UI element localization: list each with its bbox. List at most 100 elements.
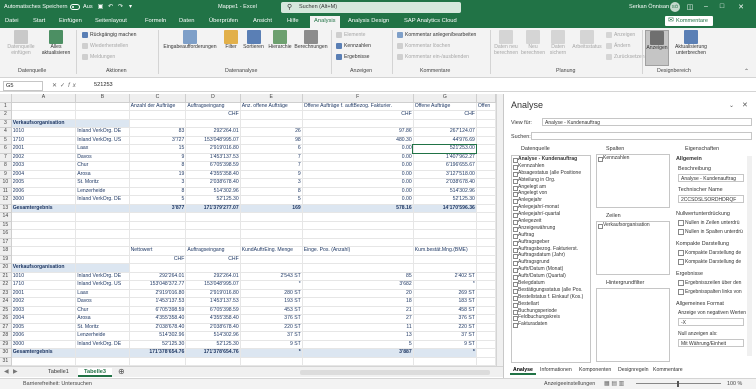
cell[interactable]	[476, 127, 496, 137]
field-list-item[interactable]: Bestellart	[512, 301, 590, 308]
pane-tab-designregeln[interactable]: Designregeln	[615, 365, 652, 375]
cell[interactable]	[75, 255, 130, 265]
cell[interactable]	[11, 102, 77, 112]
cell[interactable]	[185, 212, 241, 222]
view-icons[interactable]: ▦ ▤ ▥	[604, 380, 624, 387]
cell[interactable]	[75, 212, 130, 222]
cell[interactable]	[476, 178, 496, 188]
cell[interactable]	[476, 306, 496, 316]
field-list-item[interactable]: Auftragsgrund	[512, 259, 590, 267]
value-cell[interactable]: 3	[240, 178, 303, 188]
org-name[interactable]: Laax	[75, 289, 130, 299]
cell[interactable]	[129, 357, 187, 366]
save-data-button[interactable]: Daten sichern	[547, 30, 569, 56]
results-left-checkbox[interactable]: Ergebnisspalten links von	[678, 289, 742, 295]
org-name[interactable]: Lenzerheide	[75, 187, 130, 197]
column-header[interactable]: D	[185, 94, 241, 103]
value-cell[interactable]: 0.00	[302, 178, 414, 188]
value-cell[interactable]: 9 ST	[413, 340, 477, 350]
total-value[interactable]: 171'378'654.76	[129, 348, 187, 358]
field-list-item[interactable]: Auftragsbezog. Fakturierst.	[512, 246, 590, 253]
unit-cell[interactable]: CHF	[185, 110, 241, 120]
pause-refresh-button[interactable]: Aktualisierung unterbrechen	[671, 30, 711, 56]
cell[interactable]	[75, 110, 130, 120]
value-cell[interactable]: 9 ST	[240, 340, 303, 350]
value-cell[interactable]: 13	[302, 331, 414, 341]
ratios-button[interactable]: Kennzahlen	[336, 43, 371, 49]
column-header[interactable]: C	[129, 94, 187, 103]
row-header[interactable]: 12	[0, 195, 12, 205]
value-cell[interactable]: 4'355'358.40	[129, 314, 187, 324]
column-header[interactable]: G	[413, 94, 477, 103]
org-name[interactable]: St. Moritz	[75, 323, 130, 333]
value-cell[interactable]: 6'705'398.59	[185, 161, 241, 171]
dimension-header[interactable]: Verkaufsorganisation	[11, 119, 77, 129]
planning-change-button[interactable]: Ändern	[606, 43, 630, 49]
org-code[interactable]: 1710	[11, 136, 77, 146]
value-cell[interactable]: 220 ST	[413, 323, 477, 333]
cell[interactable]	[302, 357, 414, 366]
value-cell[interactable]: 453 ST	[240, 306, 303, 316]
cell[interactable]	[302, 238, 414, 248]
total-value[interactable]: 3'877	[129, 204, 187, 214]
row-header[interactable]: 22	[0, 280, 12, 290]
cell[interactable]	[75, 229, 130, 239]
unit-cell[interactable]: CHF	[302, 110, 414, 120]
redo-icon[interactable]: ↷	[117, 3, 124, 11]
value-cell[interactable]: 153'048'995.07	[185, 136, 241, 146]
cell[interactable]	[129, 229, 187, 239]
row-header[interactable]: 11	[0, 187, 12, 197]
tab-hilfe[interactable]: Hilfe	[287, 18, 299, 24]
row-header[interactable]: 20	[0, 263, 12, 273]
column-title[interactable]: Einge. Pos. (Anzahl)	[302, 246, 414, 256]
cell[interactable]	[476, 187, 496, 197]
cell[interactable]	[476, 136, 496, 146]
org-code[interactable]: 2006	[11, 331, 77, 341]
undo-icon[interactable]: ↶	[107, 3, 114, 11]
refresh-all-button[interactable]: Alles aktualisieren	[40, 30, 72, 56]
null-cols-checkbox[interactable]: Nullen in Spalten unterdrü	[678, 229, 743, 235]
cell[interactable]	[240, 238, 303, 248]
cell[interactable]	[413, 221, 477, 231]
tab-einfuegen[interactable]: Einfügen	[59, 18, 82, 24]
value-cell[interactable]: 15	[129, 144, 187, 154]
org-code[interactable]: 3000	[11, 340, 77, 350]
accessibility-status[interactable]: Barrierefreiheit: Untersuchen	[23, 381, 92, 387]
cell[interactable]	[240, 357, 303, 366]
row-header[interactable]: 30	[0, 348, 12, 358]
total-label[interactable]: Gesamtergebnis	[11, 204, 77, 214]
cell[interactable]	[476, 272, 496, 282]
new-calc-button[interactable]: Neu berechnen	[520, 30, 546, 56]
row-header[interactable]: 27	[0, 323, 12, 333]
field-list-item[interactable]: Auftragsdatum (Jahr)	[512, 252, 590, 260]
value-cell[interactable]: 52'125.30	[185, 195, 241, 205]
cell[interactable]	[11, 238, 77, 248]
unit-cell[interactable]: CHF	[129, 255, 187, 265]
org-name[interactable]: Laax	[75, 144, 130, 154]
org-code[interactable]: 3000	[11, 195, 77, 205]
org-code[interactable]: 2001	[11, 144, 77, 154]
column-title[interactable]: Anzahl der Aufträge	[129, 102, 187, 112]
value-cell[interactable]: 98	[240, 136, 303, 146]
tab-analysis[interactable]: Analysis	[310, 16, 340, 28]
pane-tab-informationen[interactable]: Informationen	[537, 365, 575, 375]
insert-datasource-button[interactable]: Datenquelle einfügen	[6, 30, 36, 56]
cell[interactable]	[11, 255, 77, 265]
column-title[interactable]: Kum.bestät.Mng.(BME)	[413, 246, 477, 256]
columns-box[interactable]: Kennzahlen	[596, 154, 670, 208]
cell[interactable]	[240, 229, 303, 239]
results-above-checkbox[interactable]: Ergebnisszeilen über den	[678, 280, 741, 286]
value-cell[interactable]: 5	[302, 340, 414, 350]
value-cell[interactable]: 9	[129, 153, 187, 163]
tab-start[interactable]: Start	[33, 18, 45, 24]
unit-cell[interactable]: CHF	[185, 255, 241, 265]
formula-controls-icon[interactable]: ✕✓fx	[52, 82, 79, 89]
field-list-item[interactable]: Kennzahlen	[512, 163, 590, 170]
cell[interactable]	[11, 212, 77, 222]
row-header[interactable]: 13	[0, 204, 12, 214]
value-cell[interactable]: 0.00	[302, 153, 414, 163]
spreadsheet-grid[interactable]: A B C D E F G 1 Anzahl der Aufträge Auftragseinga…	[0, 94, 496, 366]
customize-qat-icon[interactable]: ▾	[127, 3, 134, 11]
row-header[interactable]: 23	[0, 289, 12, 299]
field-list-item[interactable]: Analyse - Kundenauftrag	[512, 156, 590, 163]
